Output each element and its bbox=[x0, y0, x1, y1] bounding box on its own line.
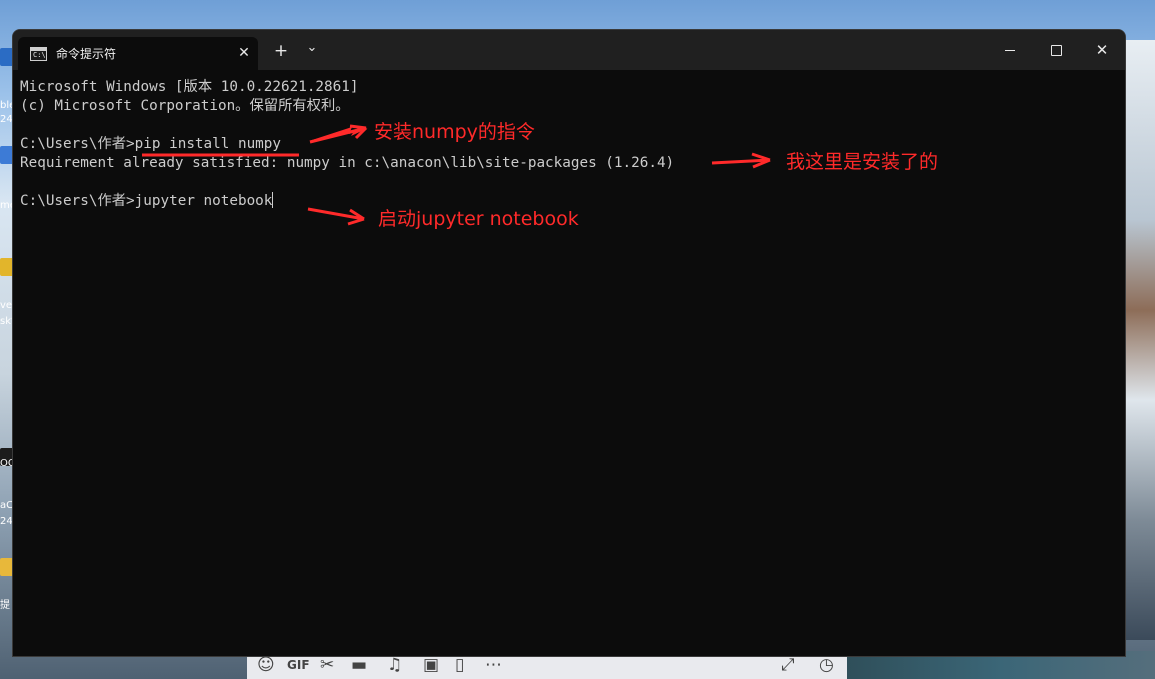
console-line: C:\Users\作者>jupyter notebook bbox=[20, 193, 273, 209]
console-line: Microsoft Windows [版本 10.0.22621.2861] bbox=[20, 79, 359, 95]
tab-command-prompt[interactable]: C:\ 命令提示符 ✕ bbox=[18, 37, 258, 70]
console-line: (c) Microsoft Corporation。保留所有权利。 bbox=[20, 98, 350, 114]
annotation-already: 我这里是安装了的 bbox=[786, 151, 939, 173]
close-window-button[interactable]: ✕ bbox=[1079, 35, 1125, 65]
new-tab-button[interactable]: + bbox=[267, 38, 295, 64]
close-tab-icon[interactable]: ✕ bbox=[232, 41, 256, 65]
music-icon[interactable]: ♫ bbox=[387, 655, 402, 675]
minimize-button[interactable] bbox=[987, 35, 1033, 65]
chevron-down-icon[interactable]: ⌄ bbox=[298, 38, 326, 64]
background-mountain bbox=[1123, 40, 1155, 640]
tab-title: 命令提示符 bbox=[56, 47, 117, 61]
desktop-icon-label: 24 bbox=[0, 114, 13, 125]
maximize-icon bbox=[1050, 45, 1062, 56]
desktop-icon-label: 提 bbox=[0, 600, 10, 611]
emoji-icon[interactable]: ☺ bbox=[257, 655, 275, 675]
annotation-install: 安装numpy的指令 bbox=[374, 121, 535, 143]
expand-icon[interactable]: ⤢ bbox=[781, 655, 795, 675]
title-bar: C:\ 命令提示符 ✕ + ⌄ ✕ bbox=[13, 30, 1125, 70]
terminal-window: C:\ 命令提示符 ✕ + ⌄ ✕ Microsoft Windows [版本 … bbox=[12, 29, 1126, 657]
desktop-icon-label: ve bbox=[0, 300, 13, 311]
maximize-button[interactable] bbox=[1033, 35, 1079, 65]
gif-icon[interactable]: GIF bbox=[287, 658, 310, 672]
console-output[interactable]: Microsoft Windows [版本 10.0.22621.2861] (… bbox=[20, 78, 1125, 211]
more-icon[interactable]: ⋯ bbox=[485, 655, 502, 675]
minimize-icon bbox=[1005, 50, 1015, 51]
desktop-icon-label: 24 bbox=[0, 516, 13, 527]
phone-icon[interactable]: ▯ bbox=[455, 655, 464, 675]
image-icon[interactable]: ▣ bbox=[423, 655, 439, 675]
clock-icon[interactable]: ◷ bbox=[819, 655, 834, 675]
cmd-icon: C:\ bbox=[30, 47, 47, 61]
folder-icon[interactable]: ▬ bbox=[351, 655, 367, 675]
scissors-icon[interactable]: ✂ bbox=[320, 655, 334, 675]
console-line: C:\Users\作者>pip install numpy bbox=[20, 136, 281, 152]
console-line: Requirement already satisfied: numpy in … bbox=[20, 155, 675, 171]
annotation-launch: 启动jupyter notebook bbox=[378, 208, 579, 230]
text-cursor bbox=[272, 192, 274, 208]
